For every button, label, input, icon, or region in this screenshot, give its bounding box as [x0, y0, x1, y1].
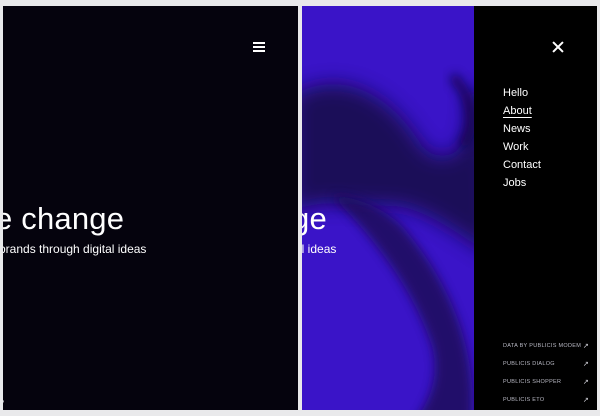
link-publicis-dialog[interactable]: PUBLICIS DIALOG ↗	[503, 355, 589, 373]
link-label: PUBLICIS ETO	[503, 397, 545, 403]
menu-item-contact[interactable]: Contact	[503, 156, 541, 174]
site-closed-menu-view: e change brands through digital ideas y	[3, 6, 298, 410]
main-menu: Hello About News Work Contact Jobs	[503, 84, 541, 192]
menu-item-jobs[interactable]: Jobs	[503, 174, 541, 192]
menu-item-news[interactable]: News	[503, 120, 541, 138]
link-data-by-publicis-modem[interactable]: DATA BY PUBLICIS MODEM ↗	[503, 337, 589, 355]
site-open-menu-view: ge al ideas Hello About News Work Contac…	[302, 6, 597, 410]
hero-subtitle: brands through digital ideas	[3, 242, 147, 256]
link-label: DATA BY PUBLICIS MODEM	[503, 343, 582, 349]
hero-background: ge al ideas	[302, 6, 474, 410]
menu-item-work[interactable]: Work	[503, 138, 541, 156]
external-links: DATA BY PUBLICIS MODEM ↗ PUBLICIS DIALOG…	[503, 337, 589, 409]
menu-panel: Hello About News Work Contact Jobs DATA …	[474, 6, 597, 410]
external-arrow-icon: ↗	[582, 397, 589, 404]
hero-heading: ge	[302, 201, 327, 236]
external-arrow-icon: ↗	[582, 343, 589, 350]
corner-text: y	[3, 398, 4, 407]
link-label: PUBLICIS DIALOG	[503, 361, 555, 367]
link-label: PUBLICIS SHOPPER	[503, 379, 562, 385]
close-icon[interactable]	[552, 41, 564, 53]
menu-item-about[interactable]: About	[503, 102, 541, 120]
hamburger-menu-icon[interactable]	[253, 42, 265, 52]
hero-heading: e change	[3, 201, 125, 236]
menu-item-hello[interactable]: Hello	[503, 84, 541, 102]
abstract-shape-image	[302, 6, 474, 410]
external-arrow-icon: ↗	[582, 361, 589, 368]
link-publicis-shopper[interactable]: PUBLICIS SHOPPER ↗	[503, 373, 589, 391]
external-arrow-icon: ↗	[582, 379, 589, 386]
link-publicis-eto[interactable]: PUBLICIS ETO ↗	[503, 391, 589, 409]
hero-subtitle: al ideas	[302, 242, 337, 256]
